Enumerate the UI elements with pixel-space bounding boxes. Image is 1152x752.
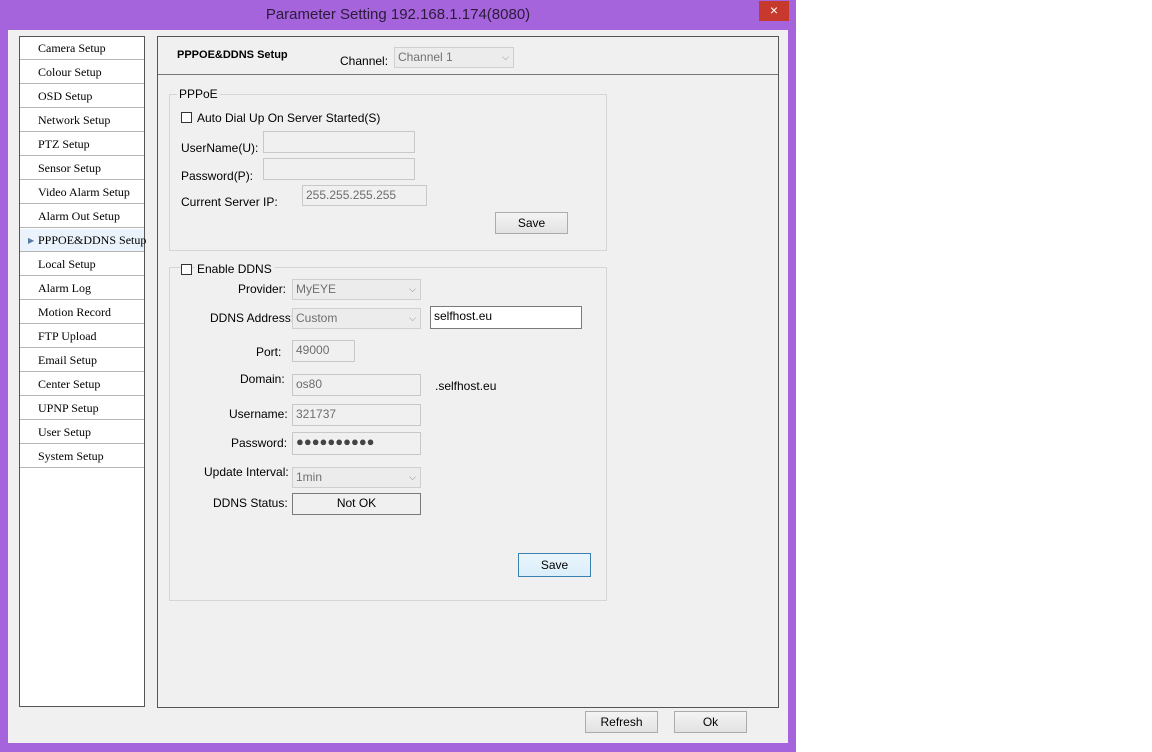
sidebar-item-label: Alarm Out Setup xyxy=(38,209,120,223)
sidebar-item-pppoe-ddns-setup[interactable]: ▶ PPPOE&DDNS Setup xyxy=(20,229,147,252)
domain-suffix: .selfhost.eu xyxy=(435,379,497,393)
port-input[interactable]: 49000 xyxy=(292,340,355,362)
ddns-status-label: DDNS Status: xyxy=(213,496,288,510)
ddns-status-value: Not OK xyxy=(292,493,421,515)
pppoe-password-input[interactable] xyxy=(263,158,415,180)
sidebar-item-camera-setup[interactable]: Camera Setup xyxy=(20,37,144,60)
sidebar-item-email-setup[interactable]: Email Setup xyxy=(20,349,144,372)
window-title: Parameter Setting 192.168.1.174(8080) xyxy=(265,6,531,23)
pppoe-save-button[interactable]: Save xyxy=(495,212,568,234)
domain-label: Domain: xyxy=(240,372,285,386)
sidebar-item-osd-setup[interactable]: OSD Setup xyxy=(20,85,144,108)
enable-ddns-checkbox[interactable] xyxy=(181,264,192,275)
update-interval-select[interactable]: 1min ⌵ xyxy=(292,467,421,488)
port-label: Port: xyxy=(256,345,282,359)
sidebar-item-alarm-log[interactable]: Alarm Log xyxy=(20,277,144,300)
sidebar-item-label: PTZ Setup xyxy=(38,137,90,151)
ddns-username-input[interactable]: 321737 xyxy=(292,404,421,426)
sidebar-item-label: Local Setup xyxy=(38,257,96,271)
sidebar-item-ptz-setup[interactable]: PTZ Setup xyxy=(20,133,144,156)
sidebar-item-label: Colour Setup xyxy=(38,65,102,79)
chevron-down-icon: ⌵ xyxy=(409,472,416,482)
sidebar-item-sensor-setup[interactable]: Sensor Setup xyxy=(20,157,144,180)
sidebar-item-ftp-upload[interactable]: FTP Upload xyxy=(20,325,144,348)
sidebar-item-label: System Setup xyxy=(38,449,104,463)
selected-arrow-icon: ▶ xyxy=(28,236,35,245)
provider-value: MyEYE xyxy=(296,282,337,296)
page-title: PPPOE&DDNS Setup xyxy=(177,49,288,61)
pppoe-username-input[interactable] xyxy=(263,131,415,153)
domain-input[interactable]: os80 xyxy=(292,374,421,396)
ddns-username-label: Username: xyxy=(229,407,288,421)
pppoe-password-label: Password(P): xyxy=(181,169,254,183)
sidebar-item-label: Center Setup xyxy=(38,377,101,391)
sidebar-item-label: Motion Record xyxy=(38,305,111,319)
ddns-save-button[interactable]: Save xyxy=(518,553,591,577)
sidebar-item-motion-record[interactable]: Motion Record xyxy=(20,301,144,324)
sidebar-item-center-setup[interactable]: Center Setup xyxy=(20,373,144,396)
ddns-password-input[interactable]: ●●●●●●●●●● xyxy=(292,432,421,455)
close-icon[interactable]: × xyxy=(759,1,789,21)
pppoe-username-label: UserName(U): xyxy=(181,141,259,155)
sidebar-item-colour-setup[interactable]: Colour Setup xyxy=(20,61,144,84)
ddns-group: Enable DDNS Provider: MyEYE ⌵ DDNS Addre… xyxy=(169,262,607,601)
update-interval-label: Update Interval: xyxy=(204,465,289,479)
sidebar-item-label: User Setup xyxy=(38,425,91,439)
ddns-address-select[interactable]: Custom ⌵ xyxy=(292,308,421,329)
sidebar-item-alarm-out-setup[interactable]: Alarm Out Setup xyxy=(20,205,144,228)
server-ip-field: 255.255.255.255 xyxy=(302,185,427,206)
refresh-button[interactable]: Refresh xyxy=(585,711,658,733)
sidebar-item-label: PPPOE&DDNS Setup xyxy=(38,233,147,247)
ddns-address-input[interactable]: selfhost.eu xyxy=(430,306,582,329)
enable-ddns-label: Enable DDNS xyxy=(195,262,274,276)
sidebar-item-user-setup[interactable]: User Setup xyxy=(20,421,144,444)
sidebar-item-label: UPNP Setup xyxy=(38,401,99,415)
pppoe-group: PPPoE Auto Dial Up On Server Started(S) … xyxy=(169,87,607,251)
title-bar[interactable]: Parameter Setting 192.168.1.174(8080) × xyxy=(0,0,796,30)
sidebar-item-label: OSD Setup xyxy=(38,89,93,103)
provider-select[interactable]: MyEYE ⌵ xyxy=(292,279,421,300)
chevron-down-icon: ⌵ xyxy=(502,52,509,62)
sidebar-item-local-setup[interactable]: Local Setup xyxy=(20,253,144,276)
sidebar-item-video-alarm-setup[interactable]: Video Alarm Setup xyxy=(20,181,144,204)
channel-value: Channel 1 xyxy=(398,50,453,64)
sidebar-item-label: Video Alarm Setup xyxy=(38,185,130,199)
ddns-address-select-value: Custom xyxy=(296,311,338,325)
pppoe-group-title: PPPoE xyxy=(177,87,220,101)
settings-sidebar: Camera Setup Colour Setup OSD Setup Netw… xyxy=(19,36,147,707)
ddns-password-label: Password: xyxy=(231,436,288,450)
sidebar-item-label: Alarm Log xyxy=(38,281,91,295)
auto-dial-label: Auto Dial Up On Server Started(S) xyxy=(197,111,381,125)
client-area: Camera Setup Colour Setup OSD Setup Netw… xyxy=(8,30,788,743)
sidebar-item-upnp-setup[interactable]: UPNP Setup xyxy=(20,397,144,420)
auto-dial-checkbox[interactable] xyxy=(181,112,192,123)
chevron-down-icon: ⌵ xyxy=(409,284,416,294)
sidebar-item-label: FTP Upload xyxy=(38,329,97,343)
server-ip-label: Current Server IP: xyxy=(181,195,278,209)
provider-label: Provider: xyxy=(238,282,287,296)
sidebar-item-system-setup[interactable]: System Setup xyxy=(20,445,144,468)
sidebar-item-label: Network Setup xyxy=(38,113,111,127)
update-interval-value: 1min xyxy=(296,470,323,484)
channel-label: Channel: xyxy=(340,54,389,68)
chevron-down-icon: ⌵ xyxy=(409,313,416,323)
ddns-address-label: DDNS Address: xyxy=(210,311,295,325)
parameter-setting-window: Parameter Setting 192.168.1.174(8080) × … xyxy=(0,0,796,752)
sidebar-item-network-setup[interactable]: Network Setup xyxy=(20,109,144,132)
settings-panel: PPPOE&DDNS Setup Channel: Channel 1 ⌵ PP… xyxy=(157,36,779,708)
sidebar-item-label: Camera Setup xyxy=(38,41,106,55)
ok-button[interactable]: Ok xyxy=(674,711,747,733)
sidebar-item-label: Email Setup xyxy=(38,353,97,367)
header-divider xyxy=(158,74,778,75)
channel-select[interactable]: Channel 1 ⌵ xyxy=(394,47,514,68)
sidebar-item-label: Sensor Setup xyxy=(38,161,101,175)
